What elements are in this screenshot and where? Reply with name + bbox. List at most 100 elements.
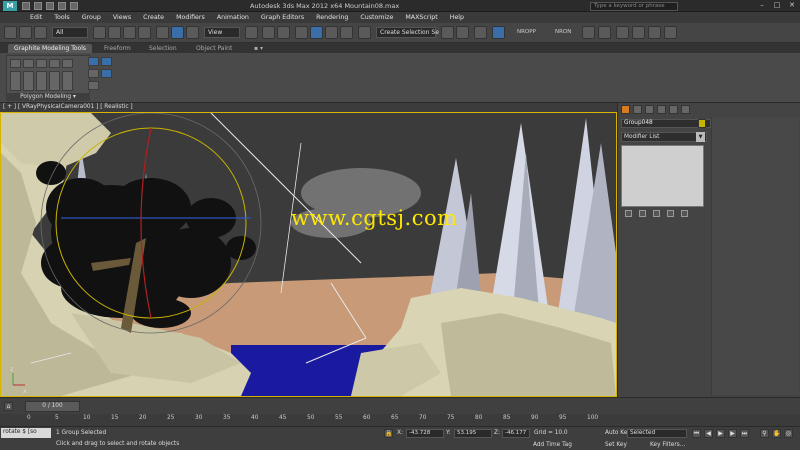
render-iterative-icon[interactable] xyxy=(664,26,677,39)
create-tab-icon[interactable] xyxy=(621,105,630,114)
link-icon[interactable] xyxy=(19,26,32,39)
menu-animation[interactable]: Animation xyxy=(211,12,255,23)
make-unique-icon[interactable] xyxy=(653,210,660,217)
move-icon[interactable] xyxy=(156,26,169,39)
render-production-icon[interactable] xyxy=(648,26,661,39)
select-object-icon[interactable] xyxy=(93,26,106,39)
maxscript-listener[interactable]: rotate $ [so xyxy=(1,428,51,438)
spinner-snap-icon[interactable] xyxy=(340,26,353,39)
configure-modifier-sets-icon[interactable] xyxy=(681,210,688,217)
previous-frame-icon[interactable]: ◀ xyxy=(704,429,713,438)
angle-snap-icon[interactable] xyxy=(310,26,323,39)
undo-icon[interactable] xyxy=(58,2,66,10)
reference-coordinate-dropdown[interactable]: View xyxy=(204,27,240,38)
ribbon-btn-1[interactable] xyxy=(10,59,21,68)
motion-tab-icon[interactable] xyxy=(657,105,666,114)
y-coordinate[interactable]: 53.195 xyxy=(454,429,492,438)
menu-create[interactable]: Create xyxy=(137,12,170,23)
modifier-list-dropdown[interactable]: Modifier List xyxy=(621,132,707,142)
ribbon-btn-5[interactable] xyxy=(62,59,73,68)
select-manipulate-icon[interactable] xyxy=(262,26,275,39)
snap-toggle-icon[interactable] xyxy=(295,26,308,39)
orbit-icon[interactable]: ◎ xyxy=(784,429,793,438)
close-icon[interactable]: ✕ xyxy=(787,1,797,10)
chevron-down-icon[interactable]: ▼ xyxy=(696,132,705,142)
ribbon-side-btn-4[interactable] xyxy=(101,57,112,66)
viewport-camera[interactable]: z x www.cgtsj.com xyxy=(0,112,617,397)
track-bar[interactable]: 0 5 10 15 20 25 30 35 40 45 50 55 60 65 70 75 80 85 90 95 10… xyxy=(0,414,800,426)
mini-curve-editor-icon[interactable]: ⌂ xyxy=(4,402,13,411)
redo-icon[interactable] xyxy=(70,2,78,10)
bind-space-warp-icon[interactable] xyxy=(34,26,47,39)
ribbon-btn-2[interactable] xyxy=(23,59,34,68)
ribbon-btn-6[interactable] xyxy=(10,71,21,91)
nron-label[interactable]: NRON xyxy=(555,29,571,35)
window-crossing-icon[interactable] xyxy=(138,26,151,39)
keyboard-shortcut-icon[interactable] xyxy=(277,26,290,39)
rectangular-selection-icon[interactable] xyxy=(123,26,136,39)
key-selection-dropdown[interactable]: Selected xyxy=(627,429,687,438)
add-time-tag[interactable]: Add Time Tag xyxy=(533,442,572,448)
menu-customize[interactable]: Customize xyxy=(354,12,399,23)
nropp-label[interactable]: NROPP xyxy=(517,29,536,35)
search-input[interactable]: Type a keyword or phrase xyxy=(590,2,678,11)
layer-manager-icon[interactable] xyxy=(474,26,487,39)
minimize-icon[interactable]: – xyxy=(757,1,767,10)
schematic-view-icon[interactable] xyxy=(582,26,595,39)
menu-rendering[interactable]: Rendering xyxy=(310,12,354,23)
hierarchy-tab-icon[interactable] xyxy=(645,105,654,114)
rendered-frame-window-icon[interactable] xyxy=(632,26,645,39)
display-tab-icon[interactable] xyxy=(669,105,678,114)
polygon-modeling-label[interactable]: Polygon Modeling ▾ xyxy=(6,93,90,101)
ribbon-side-btn-1[interactable] xyxy=(88,57,99,66)
edit-named-selection-icon[interactable] xyxy=(358,26,371,39)
zoom-icon[interactable]: ⚲ xyxy=(760,429,769,438)
undo-icon[interactable] xyxy=(4,26,17,39)
mirror-icon[interactable] xyxy=(441,26,454,39)
app-logo-icon[interactable]: M xyxy=(3,1,17,11)
percent-snap-icon[interactable] xyxy=(325,26,338,39)
graphite-toggle-icon[interactable] xyxy=(492,26,505,39)
menu-group[interactable]: Group xyxy=(76,12,107,23)
ribbon-btn-7[interactable] xyxy=(23,71,34,91)
ribbon-side-btn-3[interactable] xyxy=(88,81,99,90)
x-coordinate[interactable]: -43.728 xyxy=(406,429,444,438)
named-selection-dropdown[interactable]: Create Selection Se xyxy=(376,27,439,38)
key-filters-button[interactable]: Key Filters... xyxy=(650,442,685,448)
material-editor-icon[interactable] xyxy=(598,26,611,39)
tab-freeform[interactable]: Freeform xyxy=(98,44,137,53)
time-slider[interactable]: 0 / 100 xyxy=(25,401,80,412)
tab-graphite-modeling-tools[interactable]: Graphite Modeling Tools xyxy=(8,44,93,53)
render-setup-icon[interactable] xyxy=(616,26,629,39)
z-coordinate[interactable]: -46.177 xyxy=(502,429,530,438)
go-to-end-icon[interactable]: ⏭ xyxy=(740,429,749,438)
menu-views[interactable]: Views xyxy=(107,12,137,23)
go-to-start-icon[interactable]: ⏮ xyxy=(692,429,701,438)
tab-selection[interactable]: Selection xyxy=(143,44,183,53)
remove-modifier-icon[interactable] xyxy=(667,210,674,217)
lock-selection-icon[interactable]: 🔒 xyxy=(384,429,393,438)
menu-edit[interactable]: Edit xyxy=(24,12,48,23)
select-by-name-icon[interactable] xyxy=(108,26,121,39)
ribbon-options-icon[interactable]: ▪ ▾ xyxy=(248,44,269,53)
save-file-icon[interactable] xyxy=(46,2,54,10)
menu-modifiers[interactable]: Modifiers xyxy=(170,12,211,23)
viewport-label[interactable]: [ + ] [ VRayPhysicalCamera001 ] [ Realis… xyxy=(0,103,620,112)
utilities-tab-icon[interactable] xyxy=(681,105,690,114)
play-icon[interactable]: ▶ xyxy=(716,429,725,438)
menu-tools[interactable]: Tools xyxy=(48,12,76,23)
object-color-swatch[interactable] xyxy=(698,119,706,128)
ribbon-btn-4[interactable] xyxy=(49,59,60,68)
show-end-result-icon[interactable] xyxy=(639,210,646,217)
modifier-stack[interactable] xyxy=(621,145,704,207)
align-icon[interactable] xyxy=(456,26,469,39)
next-frame-icon[interactable]: ▶ xyxy=(728,429,737,438)
set-key-button[interactable]: Set Key xyxy=(605,442,627,448)
menu-graph-editors[interactable]: Graph Editors xyxy=(255,12,310,23)
new-file-icon[interactable] xyxy=(22,2,30,10)
ribbon-side-btn-2[interactable] xyxy=(88,69,99,78)
pan-icon[interactable]: ✋ xyxy=(772,429,781,438)
ribbon-side-btn-5[interactable] xyxy=(101,69,112,78)
ribbon-btn-10[interactable] xyxy=(62,71,73,91)
open-file-icon[interactable] xyxy=(34,2,42,10)
